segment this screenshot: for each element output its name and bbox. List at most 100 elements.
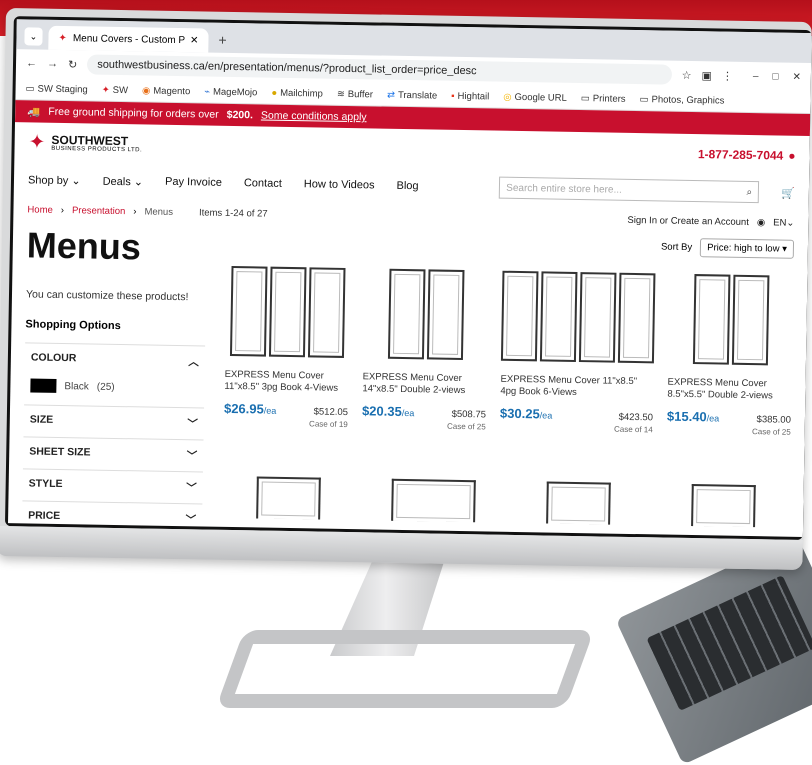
nav-blog[interactable]: Blog [396,180,418,192]
chevron-down-icon: ﹀ [187,418,198,431]
nav-deals[interactable]: Deals ⌄ [103,174,144,188]
case-price: $512.05 [313,406,349,419]
logo-name: SOUTHWEST [51,132,129,148]
forward-icon[interactable]: → [47,58,58,70]
nav-shop-by[interactable]: Shop by ⌄ [28,173,81,187]
bookmark-item[interactable]: ▪ Hightail [451,90,489,102]
menu-cover-panel [578,272,617,363]
maximize-icon[interactable]: □ [772,71,778,82]
product-card[interactable]: EXPRESS Menu Cover 11"x8.5" 3pg Book 4-V… [224,263,351,429]
search-input[interactable]: Search entire store here... ⌕ [499,176,760,204]
menu-cover-panel [500,270,539,362]
product-price: $26.95/ea [223,400,277,417]
menu-cover-panel [692,274,730,365]
breadcrumb-current: Menus [144,205,174,218]
sort-row: Sort By Price: high to low ▾ [227,230,795,259]
sort-select[interactable]: Price: high to low ▾ [699,238,795,259]
monitor: ⌄ ✦ Menu Covers - Custom Presen... ✕ + ←… [0,8,812,570]
browser-tab[interactable]: ✦ Menu Covers - Custom Presen... ✕ [48,25,209,53]
reload-icon[interactable]: ↻ [68,58,77,71]
language-select[interactable]: EN⌄ [773,217,794,228]
close-window-icon[interactable]: ✕ [792,71,801,82]
nav-pay-invoice[interactable]: Pay Invoice [165,176,222,189]
shipping-text: Free ground shipping for orders over [48,105,219,121]
truck-icon: 🚚 [27,105,41,119]
monitor-stand-base [215,630,595,708]
bookmark-item[interactable]: ▭ Photos, Graphics [639,94,724,106]
product-name[interactable]: EXPRESS Menu Cover 8.5"x5.5" Double 2-vi… [667,377,791,405]
monitor-bezel: ⌄ ✦ Menu Covers - Custom Presen... ✕ + ←… [4,16,812,540]
maple-leaf-icon: ✦ [28,131,46,154]
product-grid-row-2 [221,449,790,537]
chevron-down-icon: ﹀ [185,514,197,527]
bookmark-item[interactable]: ✦ SW [102,84,128,95]
menu-cover-panel [731,274,769,366]
menu-cover-panel [426,269,464,361]
minimize-icon[interactable]: – [753,71,759,82]
bookmark-item[interactable]: ▭ Printers [581,93,626,105]
bookmark-item[interactable]: ≋ Buffer [337,88,373,100]
breadcrumb-presentation[interactable]: Presentation [72,205,126,217]
tab-search-icon[interactable]: ⌄ [24,27,43,46]
product-image[interactable] [512,454,645,537]
product-image[interactable] [367,451,500,537]
product-card[interactable]: EXPRESS Menu Cover 14"x8.5" Double 2-vie… [362,265,489,431]
menu-kebab-icon[interactable]: ⋮ [722,69,733,82]
product-image[interactable] [668,271,794,369]
breadcrumb-home[interactable]: Home [27,204,53,215]
bookmark-item[interactable]: ▭ SW Staging [26,83,88,95]
product-name[interactable]: EXPRESS Menu Cover 14"x8.5" Double 2-vie… [362,371,486,399]
breadcrumb-separator: › [133,205,137,217]
chevron-up-icon: ︿ [188,356,199,369]
colour-option-black[interactable]: Black (25) [24,374,204,407]
user-icon[interactable]: ◉ [757,217,765,228]
case-quantity: Case of 25 [751,427,791,437]
product-name[interactable]: EXPRESS Menu Cover 11"x8.5" 4pg Book 6-V… [500,374,653,403]
laptop-keyboard [615,535,812,765]
extensions-icon[interactable]: ▣ [701,69,712,82]
filter-sheet-size[interactable]: SHEET SIZE ﹀ [22,436,204,472]
signin-link[interactable]: Sign In or Create an Account [627,214,749,227]
close-tab-icon[interactable]: ✕ [190,35,199,46]
sort-label: Sort By [660,241,693,254]
new-tab-button[interactable]: + [208,32,237,53]
cart-icon[interactable]: 🛒 [781,186,795,199]
filter-style[interactable]: STYLE ﹀ [22,468,203,504]
filter-colour[interactable]: COLOUR ︿ [24,342,206,378]
bookmark-item[interactable]: ◉ Magento [142,85,190,97]
bookmark-item[interactable]: ◎ Google URL [503,91,567,103]
nav-how-to-videos[interactable]: How to Videos [304,178,375,191]
product-name[interactable]: EXPRESS Menu Cover 11"x8.5" 3pg Book 4-V… [224,369,348,397]
phone-number[interactable]: 1-877-285-7044 ● [698,147,796,163]
case-price: $423.50 [618,411,654,424]
bookmark-item[interactable]: ⌁ MageMojo [204,86,257,98]
bookmark-item[interactable]: ● Mailchimp [271,87,323,99]
product-image[interactable] [657,456,790,537]
page-main: Menus You can customize these products! … [8,222,808,537]
browser-window: ⌄ ✦ Menu Covers - Custom Presen... ✕ + ←… [8,19,812,537]
favicon-icon: ✦ [58,32,67,44]
search-icon[interactable]: ⌕ [746,186,752,197]
items-count: Items 1-24 of 27 [198,206,268,220]
shipping-conditions-link[interactable]: Some conditions apply [261,109,367,123]
product-card[interactable]: EXPRESS Menu Cover 11"x8.5" 4pg Book 6-V… [500,268,656,435]
shipping-amount: $200. [226,108,254,122]
back-icon[interactable]: ← [26,57,37,69]
breadcrumb-separator: › [60,204,65,216]
tab-title: Menu Covers - Custom Presen... [72,32,185,46]
product-image[interactable] [222,449,355,537]
menu-cover-panel [539,271,578,363]
bookmark-item[interactable]: ⇄ Translate [387,89,437,101]
shopping-options-heading: Shopping Options [25,318,121,333]
product-image[interactable] [500,268,656,367]
filter-size[interactable]: SIZE ﹀ [23,404,205,440]
menu-cover-panel [268,266,307,358]
product-image[interactable] [225,263,351,361]
nav-contact[interactable]: Contact [244,177,282,190]
site-logo[interactable]: ✦ SOUTHWEST BUSINESS PRODUCTS LTD. [28,131,142,154]
product-price: $15.40/ea [666,408,720,425]
bookmark-star-icon[interactable]: ☆ [682,68,692,81]
product-card[interactable]: EXPRESS Menu Cover 8.5"x5.5" Double 2-vi… [667,271,794,437]
case-quantity: Case of 14 [613,424,653,435]
product-image[interactable] [363,265,489,363]
